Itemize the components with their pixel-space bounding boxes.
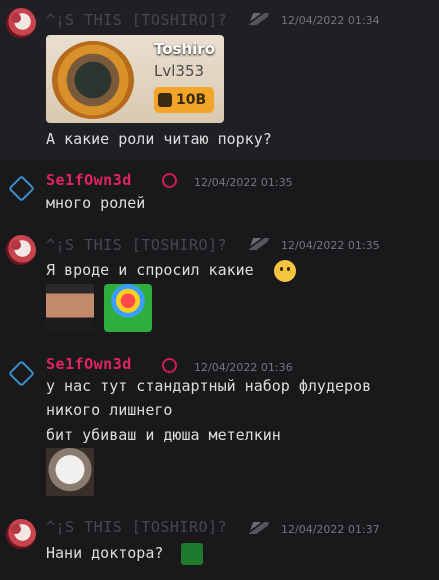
avatar[interactable]: [6, 235, 36, 265]
card-name: Toshiro: [154, 40, 215, 58]
smile-emoji-icon: [274, 260, 296, 282]
message-text: бит убиваш и дюша метелкин: [46, 426, 281, 444]
message: ^¡S THIS [TOSHIRO]? 12/04/2022 01:37 Нан…: [0, 510, 439, 580]
timestamp: 12/04/2022 01:37: [281, 523, 380, 536]
dragon-icon: [248, 11, 271, 27]
message-text: у нас тут стандартный набор флудеров: [46, 377, 372, 395]
profile-card[interactable]: Toshiro Lvl353 10B: [46, 35, 224, 123]
avatar[interactable]: [6, 358, 36, 388]
message: Se1fOwn3d 12/04/2022 01:36 у нас тут ста…: [0, 350, 439, 505]
timestamp: 12/04/2022 01:35: [194, 176, 293, 189]
author-name[interactable]: ^¡S THIS [TOSHIRO]?: [46, 236, 227, 254]
timestamp: 12/04/2022 01:36: [194, 361, 293, 374]
dragon-icon: [248, 236, 271, 252]
message-text: Я вроде и спросил какие: [46, 261, 254, 279]
power-value: 10B: [176, 92, 207, 108]
message: ^¡S THIS [TOSHIRO]? 12/04/2022 01:34 Tos…: [0, 0, 439, 160]
logo-icon: [7, 359, 35, 387]
message: Se1fOwn3d 12/04/2022 01:35 много ролей: [0, 165, 439, 220]
emblem-icon: [52, 41, 134, 119]
message-text: Нани доктора?: [46, 544, 164, 562]
message-text: много ролей: [46, 194, 146, 212]
logo-icon: [7, 174, 35, 202]
demon-icon: [162, 173, 182, 189]
clown-pepe-sticker[interactable]: [104, 284, 152, 332]
message: ^¡S THIS [TOSHIRO]? 12/04/2022 01:35 Я в…: [0, 225, 439, 345]
author-name[interactable]: Se1fOwn3d: [46, 355, 132, 373]
avatar[interactable]: [6, 519, 36, 549]
timestamp: 12/04/2022 01:35: [281, 239, 380, 252]
screaming-cat-sticker[interactable]: [46, 448, 94, 496]
demon-icon: [162, 358, 182, 374]
avatar[interactable]: [6, 8, 36, 38]
laughing-man-sticker[interactable]: [46, 284, 94, 332]
dragon-icon: [248, 520, 271, 536]
author-name[interactable]: ^¡S THIS [TOSHIRO]?: [46, 518, 227, 536]
author-name[interactable]: ^¡S THIS [TOSHIRO]?: [46, 11, 227, 29]
card-level: Lvl353: [154, 62, 205, 80]
green-emoji-icon: [181, 543, 203, 565]
avatar[interactable]: [6, 173, 36, 203]
timestamp: 12/04/2022 01:34: [281, 14, 380, 27]
fist-icon: [158, 93, 172, 107]
message-text: А какие роли читаю порку?: [46, 130, 272, 148]
author-name[interactable]: Se1fOwn3d: [46, 171, 132, 189]
message-text: никого лишнего: [46, 401, 173, 419]
power-badge: 10B: [154, 87, 214, 113]
